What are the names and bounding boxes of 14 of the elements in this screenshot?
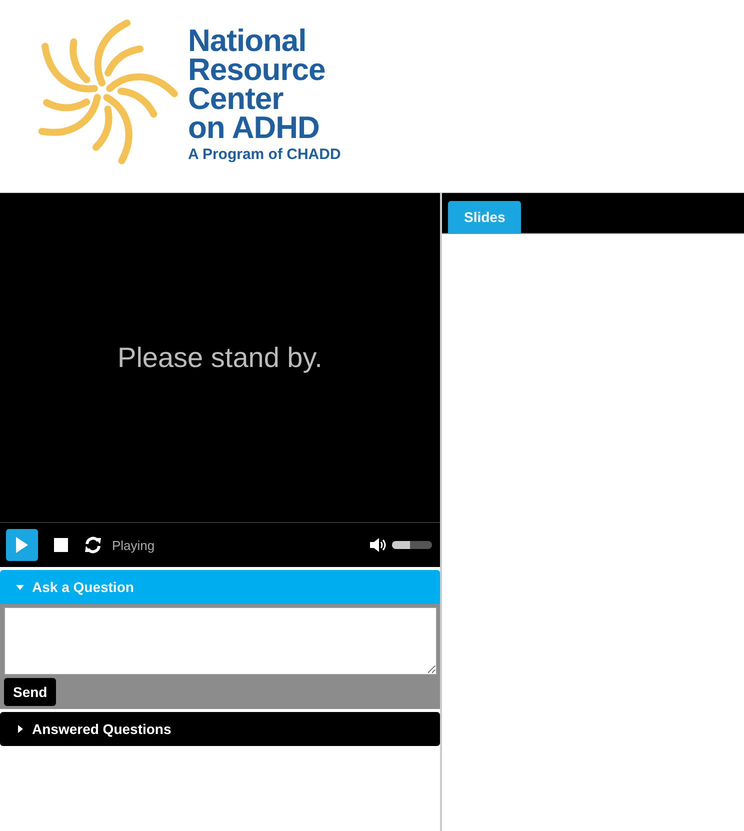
play-button[interactable] (6, 529, 38, 561)
caret-icon (16, 583, 24, 591)
caret-icon (16, 725, 24, 733)
volume-icon[interactable] (370, 538, 388, 552)
send-button[interactable]: Send (4, 678, 56, 706)
playback-status: Playing (112, 538, 155, 552)
logo-title: National Resource Center on ADHD (188, 26, 326, 142)
refresh-icon[interactable] (84, 536, 102, 554)
volume-slider[interactable] (392, 541, 432, 549)
logo-subtitle: A Program of CHADD (188, 146, 341, 162)
play-icon (15, 536, 29, 554)
standby-message: Please stand by. (118, 342, 322, 374)
panel-header[interactable]: Answered Questions (0, 712, 440, 746)
question-field[interactable] (4, 607, 437, 675)
